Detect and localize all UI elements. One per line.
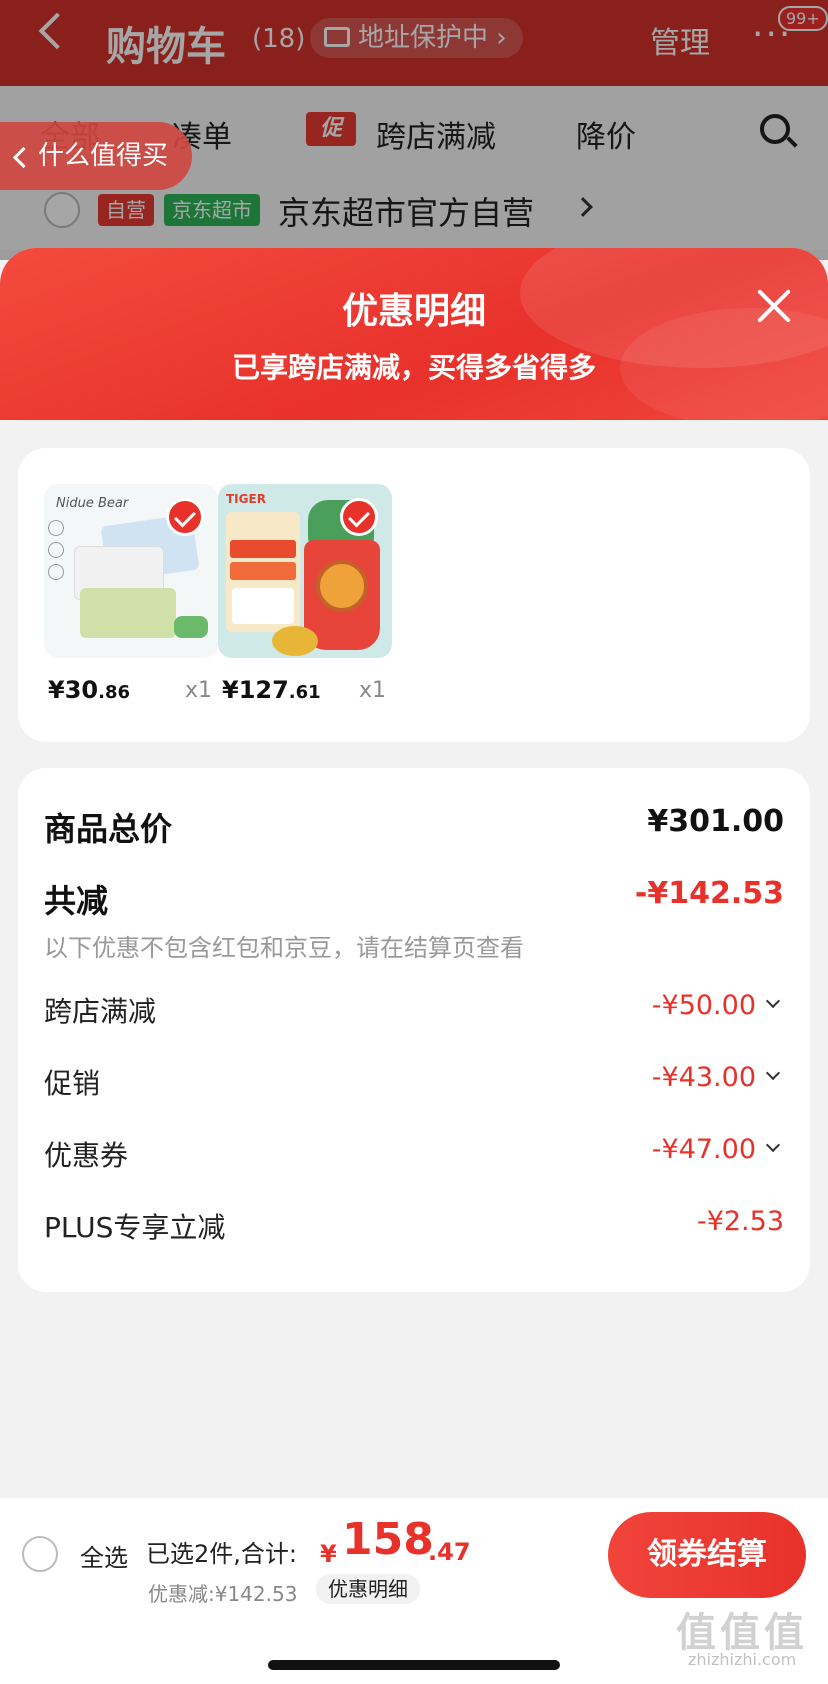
chevron-down-icon[interactable] [765,1137,781,1153]
discount-item-label: PLUS专享立减 [44,1211,226,1244]
home-indicator[interactable] [268,1660,560,1670]
total-discount-value: -¥142.53 [634,876,784,911]
selected-check-icon[interactable] [340,498,378,536]
discount-detail-sheet: 优惠明细 已享跨店满减，买得多省得多 Nidue Bear ¥30.86 x1 … [0,248,828,1498]
product-image: Nidue Bear [44,484,218,658]
discount-item-value: -¥43.00 [651,1062,756,1093]
chevron-down-icon[interactable] [765,993,781,1009]
total-currency: ¥ [320,1540,337,1568]
discount-detail-button[interactable]: 优惠明细 [316,1574,420,1604]
product-quantity: x1 [358,678,386,703]
product-image: TIGER [218,484,392,658]
promo-banner [226,512,300,632]
lion-graphic [316,560,368,612]
discount-summary: 优惠减:¥142.53 [148,1582,298,1606]
back-to-app-tag[interactable]: 什么值得买 [0,122,192,190]
sheet-title: 优惠明细 [341,291,486,332]
discount-item-label: 优惠券 [44,1139,129,1172]
total-discount-label: 共减 [44,882,109,920]
watermark-url: zhizhizhi.com [688,1650,797,1669]
product-price: ¥127.61 [222,676,321,704]
select-all-radio[interactable] [22,1536,58,1572]
discount-item-value: -¥47.00 [651,1134,756,1165]
select-all-label[interactable]: 全选 [80,1538,128,1573]
product-price: ¥30.86 [48,676,130,704]
total-amount-int: 158 [342,1514,434,1565]
feature-icons [48,520,70,592]
discount-item-label: 促销 [44,1067,101,1100]
total-price-label: 商品总价 [44,810,173,848]
chevron-down-icon[interactable] [765,1065,781,1081]
sheet-subtitle: 已享跨店满减，买得多省得多 [231,351,596,384]
product-brand: TIGER [226,492,266,506]
total-amount-dec: .47 [428,1538,471,1566]
discount-note: 以下优惠不包含红包和京豆，请在结算页查看 [44,934,524,962]
product-list-card: Nidue Bear ¥30.86 x1 TIGER ¥127.61 x1 [18,448,810,742]
sheet-header: 优惠明细 已享跨店满减，买得多省得多 [0,248,828,428]
product-quantity: x1 [184,678,212,703]
discount-item-label: 跨店满减 [44,995,157,1028]
selected-check-icon[interactable] [166,498,204,536]
selected-count: 已选2件,合计: [146,1540,297,1568]
discount-item-value: -¥2.53 [696,1206,784,1237]
discount-item-value: -¥50.00 [651,990,756,1021]
price-detail-card: 商品总价 ¥301.00 共减 -¥142.53 以下优惠不包含红包和京豆，请在… [18,768,810,1292]
product-brand: Nidue Bear [56,496,129,511]
crocodile-decoration [174,616,208,638]
total-price-value: ¥301.00 [647,804,784,839]
checkout-button[interactable]: 领券结算 [608,1512,806,1598]
fruit-graphic [272,626,318,656]
underwear-green [80,588,176,638]
close-icon[interactable] [752,284,796,328]
